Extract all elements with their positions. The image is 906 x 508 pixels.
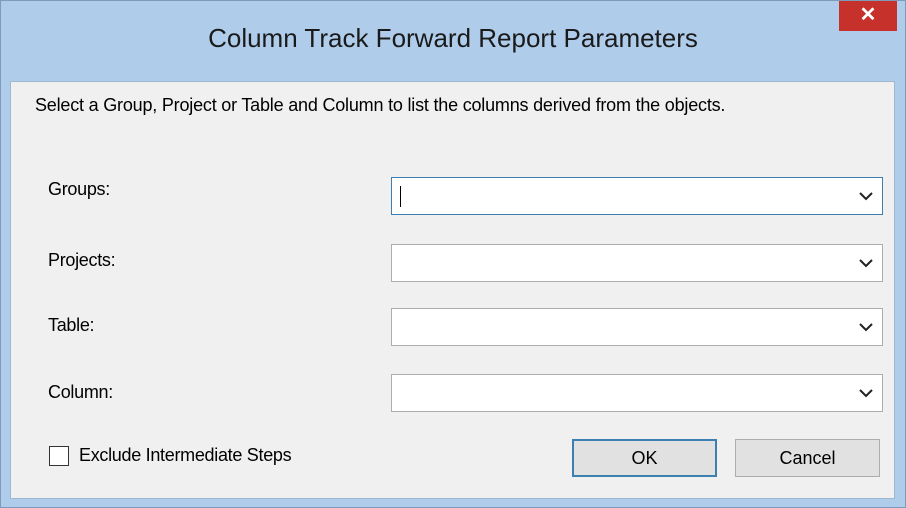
chevron-down-icon[interactable] (858, 189, 874, 203)
instruction-text: Select a Group, Project or Table and Col… (35, 95, 726, 115)
title-bar[interactable]: Column Track Forward Report Parameters ✕ (1, 1, 905, 81)
exclude-intermediate-label[interactable]: Exclude Intermediate Steps (79, 445, 292, 466)
groups-label: Groups: (48, 179, 110, 199)
text-caret (400, 186, 401, 207)
chevron-down-icon[interactable] (858, 256, 874, 270)
ok-button[interactable]: OK (572, 439, 717, 477)
column-combobox[interactable] (391, 374, 883, 412)
projects-combobox[interactable] (391, 244, 883, 282)
chevron-down-icon[interactable] (858, 320, 874, 334)
column-label: Column: (48, 382, 113, 402)
dialog-title: Column Track Forward Report Parameters (208, 23, 698, 53)
chevron-down-icon[interactable] (858, 386, 874, 400)
projects-label: Projects: (48, 250, 116, 270)
close-icon: ✕ (859, 4, 877, 26)
table-combobox[interactable] (391, 308, 883, 346)
cancel-button[interactable]: Cancel (735, 439, 880, 477)
dialog-window: Column Track Forward Report Parameters ✕… (0, 0, 906, 508)
table-label: Table: (48, 315, 95, 335)
groups-combobox[interactable] (391, 177, 883, 215)
dialog-body: Select a Group, Project or Table and Col… (10, 81, 895, 499)
exclude-intermediate-checkbox[interactable] (49, 446, 69, 466)
close-button[interactable]: ✕ (839, 1, 897, 31)
